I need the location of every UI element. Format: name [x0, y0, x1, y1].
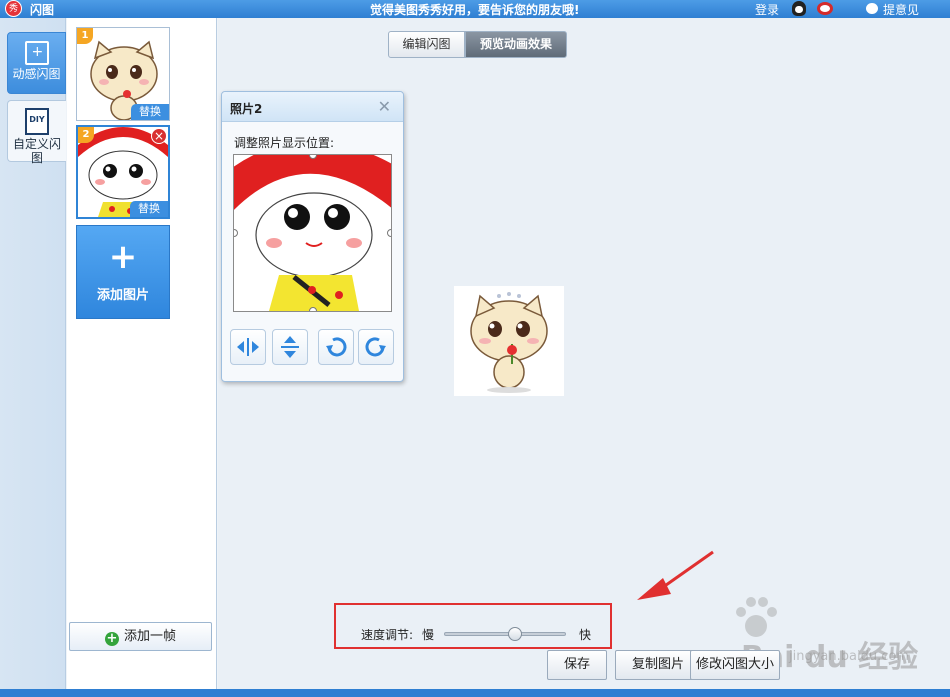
tab-dynamic-flash[interactable]: 动感闪图 — [7, 32, 66, 94]
flip-vertical-icon — [281, 336, 299, 358]
add-image-button[interactable]: + 添加图片 — [76, 225, 170, 319]
rotate-left-icon — [326, 337, 347, 357]
frames-panel: 1 替换 2 × 替换 + 添加图片 + 添加一帧 — [67, 18, 217, 697]
title-bar: 秀 闪图 觉得美图秀秀好用，要告诉您的朋友哦! 登录 提意见 — [0, 0, 950, 18]
app-logo-icon: 秀 — [5, 0, 22, 17]
flip-horizontal-icon — [237, 338, 259, 356]
tab-edit-flash[interactable]: 编辑闪图 — [388, 31, 465, 58]
replace-button[interactable]: 替换 — [131, 104, 169, 120]
frame-thumbnail-2[interactable]: 2 × 替换 — [76, 125, 170, 219]
delete-frame-icon[interactable]: × — [151, 128, 167, 144]
girl-photo-image — [234, 155, 391, 311]
rotate-right-icon — [365, 337, 386, 357]
bottom-border — [0, 689, 950, 697]
tab-label: 动感闪图 — [12, 67, 61, 81]
plus-icon: + — [108, 237, 138, 277]
tab-custom-flash[interactable]: DIY 自定义闪图 — [7, 100, 66, 165]
watermark-url: jingyan.baidu.com — [789, 649, 909, 664]
workspace: 编辑闪图 预览动画效果 照片2 ✕ 调整照片显示位置: 速度调节: 慢 快 Ba… — [218, 18, 950, 697]
speed-label: 速度调节: — [361, 628, 414, 642]
resize-flash-button[interactable]: 修改闪图大小 — [690, 650, 780, 680]
slow-label: 慢 — [422, 628, 435, 642]
qq-icon[interactable] — [792, 1, 806, 16]
transform-toolbar — [230, 329, 398, 367]
slogan-text: 觉得美图秀秀好用，要告诉您的朋友哦! — [370, 3, 580, 17]
speed-control-highlight: 速度调节: 慢 快 — [334, 603, 612, 649]
cat-sticker-image — [470, 292, 548, 393]
chat-bubble-icon[interactable] — [866, 3, 878, 14]
speed-slider[interactable] — [444, 627, 566, 641]
crop-handle-bottom[interactable] — [309, 307, 317, 311]
photo-position-dialog: 照片2 ✕ 调整照片显示位置: — [221, 91, 404, 382]
sparkle-frame-icon — [24, 41, 49, 65]
add-circle-icon: + — [104, 631, 119, 646]
mode-sidebar: 动感闪图 DIY 自定义闪图 — [0, 18, 66, 697]
login-link[interactable]: 登录 — [755, 1, 779, 18]
crop-handle-right[interactable] — [387, 229, 391, 237]
frame-number-badge: 2 — [78, 127, 94, 143]
diy-icon: DIY — [25, 108, 49, 135]
save-button[interactable]: 保存 — [547, 650, 607, 680]
flip-horizontal-button[interactable] — [230, 329, 266, 365]
fast-label: 快 — [579, 628, 592, 642]
add-frame-label: 添加一帧 — [123, 629, 176, 644]
annotation-arrow-icon — [637, 550, 714, 600]
tab-label: 自定义闪图 — [12, 137, 61, 165]
crop-hint-text: 调整照片显示位置: — [234, 136, 335, 150]
frame-thumbnail-1[interactable]: 1 替换 — [76, 27, 170, 121]
rotate-left-button[interactable] — [318, 329, 354, 365]
crop-area[interactable] — [233, 154, 392, 312]
replace-button[interactable]: 替换 — [130, 201, 168, 217]
close-icon[interactable]: ✕ — [378, 97, 391, 116]
slider-thumb[interactable] — [507, 627, 522, 641]
weibo-icon[interactable] — [817, 2, 833, 15]
feedback-link[interactable]: 提意见 — [883, 1, 919, 18]
app-title: 闪图 — [30, 3, 55, 17]
frame-number-badge: 1 — [77, 28, 93, 44]
add-frame-button[interactable]: + 添加一帧 — [69, 622, 212, 651]
add-image-label: 添加图片 — [96, 288, 149, 303]
dialog-title: 照片2 — [230, 102, 263, 116]
copy-image-button[interactable]: 复制图片 — [615, 650, 701, 680]
tab-preview-animation[interactable]: 预览动画效果 — [465, 31, 567, 58]
flip-vertical-button[interactable] — [272, 329, 308, 365]
rotate-right-button[interactable] — [358, 329, 394, 365]
animation-preview-image — [454, 286, 564, 396]
